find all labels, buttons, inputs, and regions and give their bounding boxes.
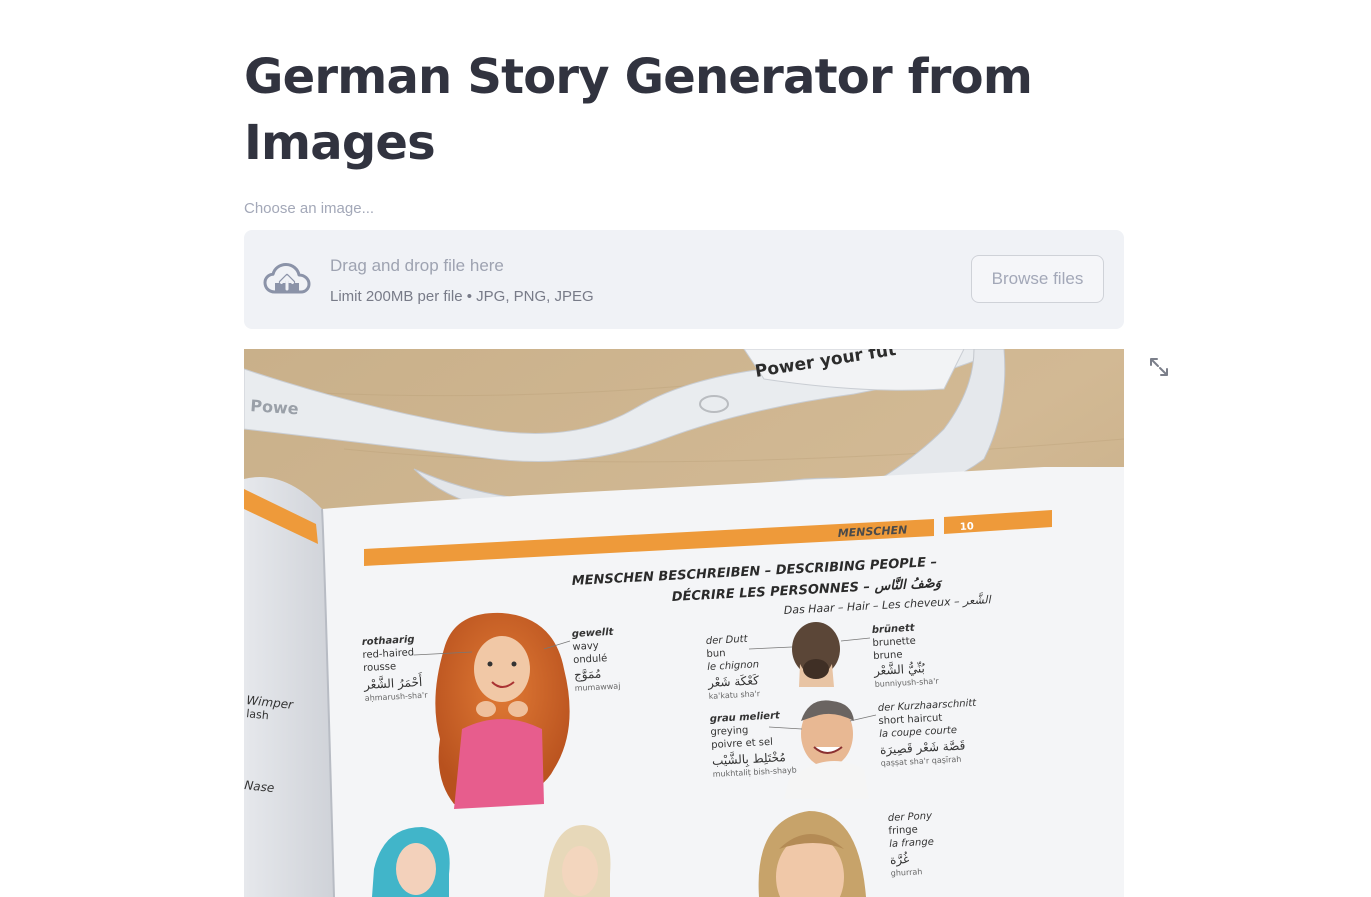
label-bruenett-fr: brune [873,649,903,662]
uploaded-image-photo: Power your fut Powe Wimper lash Nase MEN… [244,349,1124,897]
dropzone-drag-text: Drag and drop file here [330,256,504,275]
label-bruenett-en: brunette [872,636,916,649]
label-gewellt: gewellt [572,627,615,640]
label-bruenett: brünett [872,623,916,636]
file-dropzone[interactable]: Drag and drop file here Limit 200MB per … [244,230,1124,329]
app-root: German Story Generator from Images Choos… [0,0,1371,897]
uploader-label: Choose an image... [244,200,375,217]
left-page-word-lash: lash [246,707,270,722]
cloud-upload-icon [263,263,311,294]
label-pony-en: fringe [888,824,918,837]
uploaded-image: Power your fut Powe Wimper lash Nase MEN… [244,349,1124,897]
label-pony-fr: la frange [889,837,934,850]
label-pony-tr: ghurrah [891,867,923,878]
label-pony-ar: غُرَّة [890,851,910,868]
dropzone-limit-text: Limit 200MB per file • JPG, PNG, JPEG [330,288,594,305]
label-gewellt-ar: مُمَوَّج [574,667,602,683]
label-dutt-en: bun [706,648,726,660]
label-dutt: der Dutt [706,634,749,647]
label-gewellt-en: wavy [572,641,599,653]
dropzone-instructions: Drag and drop file here Limit 200MB per … [330,254,594,308]
browse-files-button[interactable]: Browse files [971,255,1104,303]
label-gewellt-fr: ondulé [573,652,608,666]
page-title: German Story Generator from Images [244,49,1033,171]
label-grau-en: greying [710,725,748,738]
lanyard-text-left: Powe [250,396,300,418]
label-rothaarig-fr: rousse [363,661,396,674]
fullscreen-expand-icon[interactable] [1148,356,1170,378]
page-number: 10 [960,521,975,533]
